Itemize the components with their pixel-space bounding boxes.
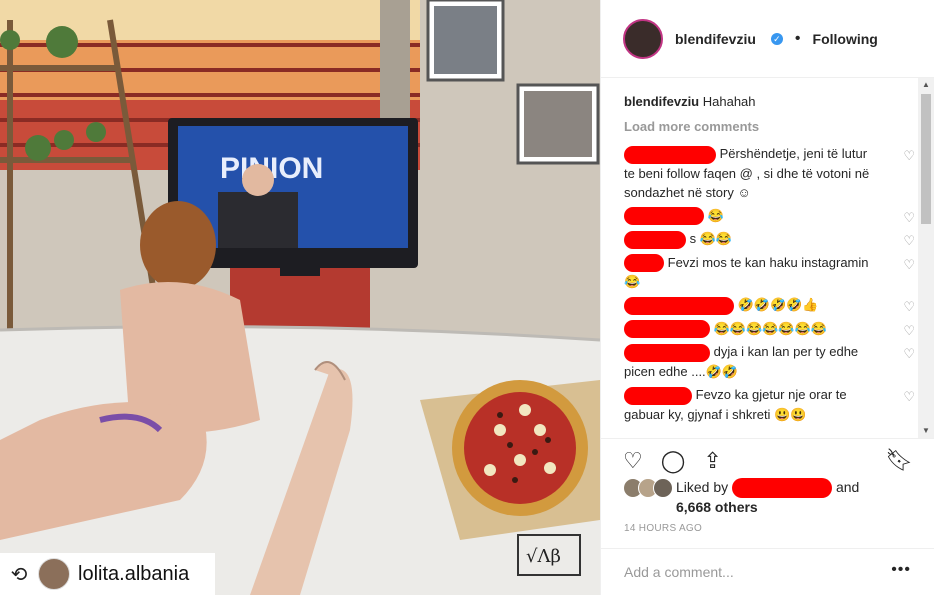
redacted-username [624, 230, 686, 249]
repost-attribution[interactable]: ⟲ lolita.albania [0, 553, 215, 595]
likes-count-link[interactable]: 6,668 others [676, 499, 758, 515]
load-more-comments-button[interactable]: Load more comments [624, 119, 917, 134]
comments-list[interactable]: blendifevziu Hahahah Load more comments … [601, 78, 917, 438]
like-heart-icon[interactable]: ♡ [903, 344, 915, 363]
like-heart-icon[interactable]: ♡ [903, 231, 915, 250]
artist-signature: √Λβ [526, 546, 561, 567]
action-bar: ♡ ◯ ⇪ 🔖︎ [601, 438, 934, 482]
caption-username[interactable]: blendifevziu [624, 94, 699, 109]
likes-text: Liked by and 6,668 others [676, 478, 859, 516]
add-comment-bar: Add a comment... ••• [601, 548, 934, 595]
scroll-thumb[interactable] [921, 94, 931, 224]
comment-item: Fevzi mos te kan haku instagramin 😂 ♡ [624, 253, 917, 292]
redacted-username [624, 254, 664, 273]
share-icon[interactable]: ⇪ [703, 448, 721, 474]
post-details-panel: blendifevziu ✓ • Following blendifevziu … [600, 0, 934, 595]
following-button[interactable]: Following [813, 31, 878, 47]
repost-avatar [38, 558, 70, 590]
scroll-up-arrow-icon[interactable]: ▲ [918, 78, 934, 92]
like-heart-icon[interactable]: ♡ [903, 208, 915, 227]
post-header: blendifevziu ✓ • Following [601, 0, 934, 78]
redacted-username [624, 145, 716, 164]
redacted-username [624, 207, 704, 226]
comment-text: 😂😂😂😂😂😂😂 [713, 320, 827, 336]
like-heart-icon[interactable]: ♡ [903, 146, 915, 165]
redacted-username [624, 386, 692, 405]
comment-item: 🤣🤣🤣🤣👍 ♡ [624, 295, 917, 315]
repost-icon: ⟲ [10, 563, 28, 586]
post-timestamp[interactable]: 14 HOURS AGO [624, 523, 702, 534]
redacted-username [624, 343, 710, 362]
like-heart-icon[interactable]: ♡ [903, 321, 915, 340]
comment-item: Përshëndetje, jeni të lutur te beni foll… [624, 144, 917, 202]
redacted-username [624, 296, 734, 315]
repost-username: lolita.albania [78, 562, 190, 585]
comment-input[interactable]: Add a comment... [624, 564, 734, 580]
comment-item: dyja i kan lan per ty edhe picen edhe ..… [624, 342, 917, 381]
separator-dot: • [794, 29, 801, 47]
like-heart-icon[interactable]: ♡ [903, 255, 915, 274]
comment-icon[interactable]: ◯ [661, 448, 686, 474]
avatar[interactable] [623, 18, 663, 59]
comment-item: 😂 ♡ [624, 206, 917, 226]
heart-icon[interactable]: ♡ [623, 448, 643, 474]
likes-summary: Liked by and 6,668 others [623, 478, 923, 516]
caption: blendifevziu Hahahah [624, 92, 917, 111]
avatar [653, 478, 673, 498]
liker-avatars [623, 478, 673, 516]
bookmark-icon[interactable]: 🔖︎ [885, 447, 913, 473]
post-image[interactable]: PINION √Λβ ⟲ lolita.albania [0, 0, 600, 595]
caption-text: Hahahah [702, 94, 756, 109]
likes-prefix: Liked by [676, 479, 729, 495]
scroll-down-arrow-icon[interactable]: ▼ [918, 424, 934, 438]
redacted-username [624, 320, 710, 339]
comment-text: 🤣🤣🤣🤣👍 [737, 297, 819, 313]
comments-scrollbar[interactable]: ▲ ▼ [918, 78, 934, 438]
like-heart-icon[interactable]: ♡ [903, 297, 915, 316]
more-options-icon[interactable]: ••• [891, 561, 911, 579]
username-link[interactable]: blendifevziu [675, 31, 756, 47]
comment-item: 😂😂😂😂😂😂😂 ♡ [624, 319, 917, 339]
redacted-liker[interactable] [732, 478, 833, 499]
like-heart-icon[interactable]: ♡ [903, 387, 915, 406]
comment-text: s 😂😂 [689, 231, 733, 247]
verified-badge-icon: ✓ [770, 32, 783, 45]
likes-and: and [835, 479, 860, 495]
comment-text: 😂 [707, 207, 724, 223]
comment-item: s 😂😂 ♡ [624, 229, 917, 249]
comment-item: Fevzo ka gjetur nje orar te gabuar ky, g… [624, 385, 917, 424]
post-illustration: PINION √Λβ [0, 0, 600, 595]
